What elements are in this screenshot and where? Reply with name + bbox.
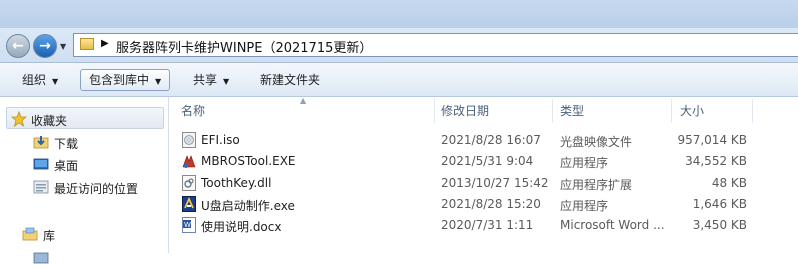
forward-button[interactable]: → xyxy=(33,34,57,58)
folder-icon xyxy=(80,38,94,50)
command-toolbar: 组织 ▼ 包含到库中 ▼ 共享 ▼ 新建文件夹 xyxy=(0,63,798,97)
nav-item-libraries[interactable]: 库 xyxy=(0,223,168,245)
sort-ascending-icon: ▲ xyxy=(300,96,307,105)
include-in-library-label: 包含到库中 xyxy=(89,73,150,87)
file-row[interactable]: ToothKey.dll 2013/10/27 15:42 应用程序扩展 48 … xyxy=(169,173,798,194)
nav-label-favorites: 收藏夹 xyxy=(31,114,68,128)
column-header-type[interactable]: 类型 xyxy=(560,99,584,123)
file-size: 34,552 KB xyxy=(685,154,747,168)
nav-item-desktop[interactable]: 桌面 xyxy=(0,153,168,175)
column-divider[interactable] xyxy=(434,99,435,123)
address-bar[interactable]: ▶ 服务器阵列卡维护WINPE（2021715更新） xyxy=(73,33,798,57)
file-date: 2021/8/28 16:07 xyxy=(441,133,541,147)
breadcrumb-arrow-icon[interactable]: ▶ xyxy=(101,38,109,49)
libraries-icon xyxy=(22,227,38,241)
file-type: 应用程序扩展 xyxy=(560,178,633,192)
tool-exe-icon xyxy=(182,155,196,168)
column-header-date[interactable]: 修改日期 xyxy=(441,99,489,123)
file-size: 957,014 KB xyxy=(677,133,747,147)
file-type: 应用程序 xyxy=(560,199,609,213)
column-divider[interactable] xyxy=(552,99,553,123)
organize-label: 组织 xyxy=(22,73,47,87)
column-divider[interactable] xyxy=(671,99,672,123)
file-row[interactable]: U盘启动制作.exe 2021/8/28 15:20 应用程序 1,646 KB xyxy=(169,194,798,215)
nav-label-libraries: 库 xyxy=(43,229,56,243)
nav-item-downloads[interactable]: 下载 xyxy=(0,131,168,153)
chevron-down-icon: ▼ xyxy=(155,77,162,86)
svg-text:W: W xyxy=(184,221,191,229)
file-type: 应用程序 xyxy=(560,156,609,170)
usb-exe-icon xyxy=(182,196,196,212)
file-date: 2013/10/27 15:42 xyxy=(441,176,549,190)
nav-label-desktop: 桌面 xyxy=(54,159,79,173)
file-type: Microsoft Word ... xyxy=(560,218,665,232)
file-date: 2020/7/31 1:11 xyxy=(441,218,534,232)
window-titlebar xyxy=(0,0,798,28)
new-folder-label: 新建文件夹 xyxy=(260,73,321,87)
back-button[interactable]: ← xyxy=(6,34,30,58)
file-type: 光盘映像文件 xyxy=(560,135,633,149)
file-row[interactable]: EFI.iso 2021/8/28 16:07 光盘映像文件 957,014 K… xyxy=(169,130,798,151)
column-divider[interactable] xyxy=(752,99,753,123)
file-date: 2021/5/31 9:04 xyxy=(441,154,534,168)
new-folder-button[interactable]: 新建文件夹 xyxy=(252,69,328,91)
disc-image-icon xyxy=(182,132,196,148)
file-name: ToothKey.dll xyxy=(201,176,272,190)
file-name: EFI.iso xyxy=(201,133,240,147)
word-doc-icon: W xyxy=(182,217,196,233)
file-date: 2021/8/28 15:20 xyxy=(441,197,541,211)
file-size: 48 KB xyxy=(711,176,747,190)
file-name: U盘启动制作.exe xyxy=(201,199,295,213)
breadcrumb-current-folder[interactable]: 服务器阵列卡维护WINPE（2021715更新） xyxy=(116,37,372,56)
file-size: 1,646 KB xyxy=(692,197,747,211)
dll-icon xyxy=(182,175,196,191)
chevron-down-icon: ▼ xyxy=(52,77,59,86)
recent-places-icon xyxy=(33,180,49,194)
column-header-name[interactable]: 名称 xyxy=(181,99,205,123)
organize-button[interactable]: 组织 ▼ xyxy=(14,69,66,91)
share-button[interactable]: 共享 ▼ xyxy=(185,69,237,91)
file-row[interactable]: MBROSTool.EXE 2021/5/31 9:04 应用程序 34,552… xyxy=(169,151,798,172)
include-in-library-button[interactable]: 包含到库中 ▼ xyxy=(80,69,171,91)
nav-label-downloads: 下载 xyxy=(54,137,79,151)
chevron-down-icon: ▼ xyxy=(223,77,230,86)
nav-item-library-child[interactable] xyxy=(0,246,168,268)
library-folder-icon xyxy=(33,252,49,264)
nav-item-favorites[interactable]: 收藏夹 xyxy=(6,107,164,129)
desktop-icon xyxy=(33,158,49,170)
navigation-pane: 收藏夹 下载 桌面 最近访问的位置 库 xyxy=(0,97,168,264)
star-icon xyxy=(11,111,27,127)
file-name: 使用说明.docx xyxy=(201,220,282,234)
file-row[interactable]: W 使用说明.docx 2020/7/31 1:11 Microsoft Wor… xyxy=(169,215,798,236)
file-list: ▲ 名称 修改日期 类型 大小 EFI.iso 2021/8/28 16:07 … xyxy=(169,96,798,253)
file-name: MBROSTool.EXE xyxy=(201,154,296,168)
downloads-folder-icon xyxy=(33,136,49,149)
nav-item-recent-places[interactable]: 最近访问的位置 xyxy=(0,176,168,198)
file-size: 3,450 KB xyxy=(692,218,747,232)
column-header-size[interactable]: 大小 xyxy=(680,99,704,123)
nav-label-recent-places: 最近访问的位置 xyxy=(54,182,139,196)
recent-pages-dropdown-icon[interactable]: ▼ xyxy=(60,42,70,52)
share-label: 共享 xyxy=(193,73,218,87)
